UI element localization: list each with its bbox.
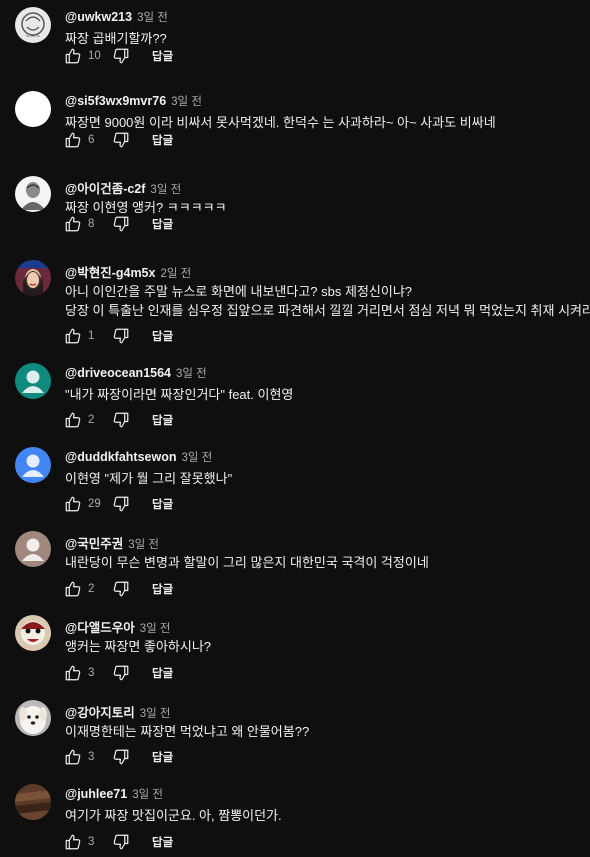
reply-button[interactable]: 답글	[152, 496, 173, 512]
comment-time[interactable]: 3일 전	[140, 620, 171, 636]
reply-button[interactable]: 답글	[152, 132, 173, 148]
comment-author[interactable]: @si5f3wx9mvr76	[65, 94, 166, 108]
avatar[interactable]	[15, 447, 51, 483]
dislike-icon[interactable]	[110, 746, 132, 768]
comment-text: 이재명한테는 짜장면 먹었냐고 왜 안물어봄??	[65, 724, 310, 739]
dislike-icon[interactable]	[110, 129, 132, 151]
like-count: 8	[88, 218, 95, 230]
comment-item: @duddkfahtsewon 3일 전 이현영 "제가 뭘 그리 잘못했나" …	[0, 447, 590, 516]
comment-author[interactable]: @강아지토리	[65, 702, 135, 721]
reply-button[interactable]: 답글	[152, 48, 173, 64]
like-icon[interactable]	[62, 129, 84, 151]
comment-time[interactable]: 3일 전	[137, 9, 168, 25]
comment-item: @강아지토리 3일 전 이재명한테는 짜장면 먹었냐고 왜 안물어봄?? 3 답…	[0, 700, 590, 769]
avatar[interactable]	[15, 531, 51, 567]
comment-time[interactable]: 3일 전	[171, 93, 202, 109]
comment-author[interactable]: @아이건좀-c2f	[65, 178, 145, 197]
reply-button[interactable]: 답글	[152, 216, 173, 232]
like-icon[interactable]	[62, 662, 84, 684]
comment-item: @국민주권 3일 전 내란당이 무슨 변명과 할말이 그리 많은지 대한민국 국…	[0, 531, 590, 601]
avatar[interactable]	[15, 91, 51, 127]
comment-item: @다앨드우아 3일 전 앵커는 짜장면 좋아하시나? 3 답글	[0, 615, 590, 685]
like-count: 10	[88, 50, 101, 62]
reply-button[interactable]: 답글	[152, 834, 173, 850]
like-count: 3	[88, 836, 95, 848]
like-count: 3	[88, 667, 95, 679]
comment-text: 내란당이 무슨 변명과 할말이 그리 많은지 대한민국 국격이 걱정이네	[65, 555, 429, 570]
dislike-icon[interactable]	[110, 409, 132, 431]
like-count: 3	[88, 751, 95, 763]
like-count: 2	[88, 583, 95, 595]
comment-time[interactable]: 3일 전	[128, 536, 159, 552]
reply-button[interactable]: 답글	[152, 749, 173, 765]
dislike-icon[interactable]	[110, 831, 132, 853]
comment-item: @si5f3wx9mvr76 3일 전 짜장면 9000원 이라 비싸서 못사먹…	[0, 91, 590, 152]
avatar[interactable]	[15, 700, 51, 736]
like-icon[interactable]	[62, 45, 84, 67]
comment-author[interactable]: @uwkw213	[65, 10, 132, 24]
dislike-icon[interactable]	[110, 325, 132, 347]
avatar[interactable]	[15, 363, 51, 399]
comment-time[interactable]: 2일 전	[160, 265, 191, 281]
comment-author[interactable]: @다앨드우아	[65, 617, 135, 636]
comment-author[interactable]: @duddkfahtsewon	[65, 450, 177, 464]
svg-text:~~~: ~~~	[25, 33, 40, 40]
like-count: 2	[88, 414, 95, 426]
like-icon[interactable]	[62, 213, 84, 235]
comment-time[interactable]: 3일 전	[150, 181, 181, 197]
like-icon[interactable]	[62, 746, 84, 768]
like-icon[interactable]	[62, 325, 84, 347]
avatar[interactable]	[15, 176, 51, 212]
comment-time[interactable]: 3일 전	[182, 449, 213, 465]
like-count: 1	[88, 330, 95, 342]
avatar[interactable]: ~~~	[15, 7, 51, 43]
like-icon[interactable]	[62, 831, 84, 853]
reply-button[interactable]: 답글	[152, 665, 173, 681]
comment-time[interactable]: 3일 전	[140, 705, 171, 721]
avatar[interactable]	[15, 784, 51, 820]
comment-text: 이현영 "제가 뭘 그리 잘못했나"	[65, 471, 233, 486]
like-icon[interactable]	[62, 578, 84, 600]
dislike-icon[interactable]	[110, 493, 132, 515]
comment-text: 아니 이인간을 주말 뉴스로 화면에 내보낸다고? sbs 제정신이냐? 당장 …	[65, 284, 590, 318]
comment-item: @driveocean1564 3일 전 "내가 짜장이라면 짜장인거다" fe…	[0, 363, 590, 432]
comment-author[interactable]: @박현진-g4m5x	[65, 262, 155, 281]
comment-item: ~~~ @uwkw213 3일 전 짜장 곱배기할까?? 10 답글	[0, 7, 590, 68]
comment-author[interactable]: @국민주권	[65, 533, 123, 552]
reply-button[interactable]: 답글	[152, 328, 173, 344]
like-count: 29	[88, 498, 101, 510]
comment-text: 앵커는 짜장면 좋아하시나?	[65, 639, 212, 654]
comment-item: @juhlee71 3일 전 여기가 짜장 맛집이군요. 아, 짬뽕이던가. 3…	[0, 784, 590, 854]
dislike-icon[interactable]	[110, 662, 132, 684]
like-icon[interactable]	[62, 493, 84, 515]
avatar[interactable]	[15, 260, 51, 296]
dislike-icon[interactable]	[110, 578, 132, 600]
dislike-icon[interactable]	[110, 45, 132, 67]
reply-button[interactable]: 답글	[152, 581, 173, 597]
dislike-icon[interactable]	[110, 213, 132, 235]
comment-item: @박현진-g4m5x 2일 전 아니 이인간을 주말 뉴스로 화면에 내보낸다고…	[0, 260, 590, 348]
comment-item: @아이건좀-c2f 3일 전 짜장 이현영 앵커? ㅋㅋㅋㅋㅋ 8 답글	[0, 176, 590, 236]
comment-author[interactable]: @juhlee71	[65, 787, 127, 801]
comment-author[interactable]: @driveocean1564	[65, 366, 171, 380]
avatar[interactable]	[15, 615, 51, 651]
comment-text: 여기가 짜장 맛집이군요. 아, 짬뽕이던가.	[65, 808, 282, 823]
comment-text: "내가 짜장이라면 짜장인거다" feat. 이현영	[65, 387, 294, 402]
like-count: 6	[88, 134, 95, 146]
reply-button[interactable]: 답글	[152, 412, 173, 428]
like-icon[interactable]	[62, 409, 84, 431]
comment-time[interactable]: 3일 전	[176, 365, 207, 381]
comment-time[interactable]: 3일 전	[132, 786, 163, 802]
